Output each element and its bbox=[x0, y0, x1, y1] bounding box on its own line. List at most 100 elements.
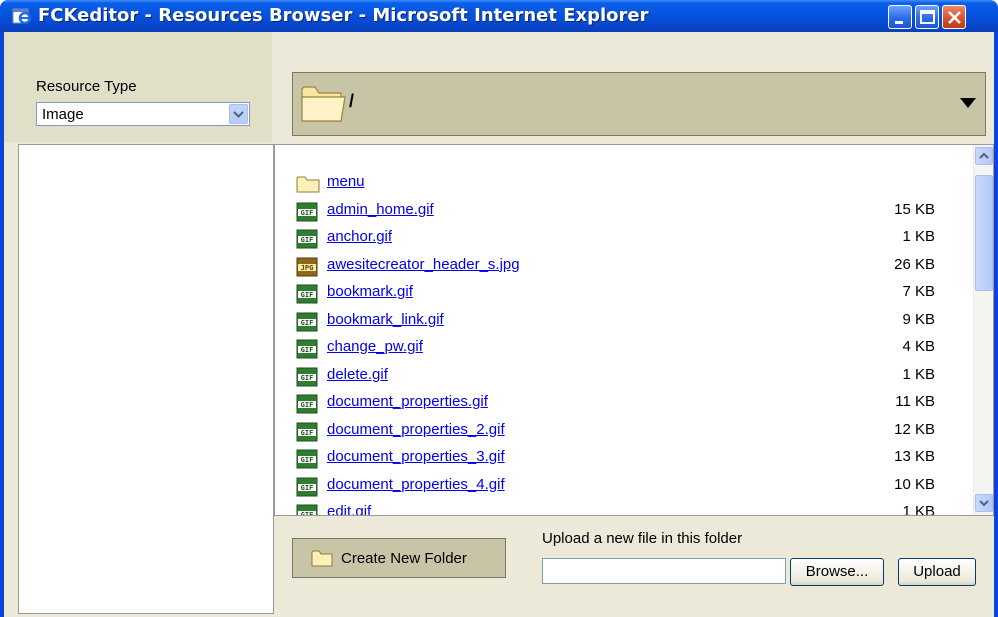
svg-text:GIF: GIF bbox=[301, 484, 314, 492]
svg-text:JPG: JPG bbox=[301, 264, 314, 272]
svg-text:GIF: GIF bbox=[301, 291, 314, 299]
minimize-icon bbox=[895, 21, 903, 24]
file-size: 1 KB bbox=[902, 503, 935, 516]
file-row[interactable]: GIF bookmark.gif 7 KB bbox=[295, 281, 967, 309]
gif-file-icon: GIF bbox=[295, 367, 321, 387]
file-link[interactable]: document_properties_4.gif bbox=[327, 476, 505, 493]
gif-file-icon: GIF bbox=[295, 339, 321, 359]
vertical-scrollbar[interactable] bbox=[973, 145, 993, 515]
file-link[interactable]: admin_home.gif bbox=[327, 201, 434, 218]
current-path: / bbox=[349, 91, 355, 111]
gif-file-icon: GIF bbox=[295, 202, 321, 222]
chevron-down-icon[interactable] bbox=[229, 104, 248, 124]
resource-type-panel: Resource Type Image bbox=[4, 32, 272, 142]
scroll-up-button[interactable] bbox=[975, 147, 993, 165]
gif-file-icon: GIF bbox=[295, 449, 321, 469]
file-link[interactable]: change_pw.gif bbox=[327, 338, 423, 355]
file-size: 26 KB bbox=[894, 255, 935, 273]
folder-tree-frame bbox=[18, 144, 274, 614]
file-size: 10 KB bbox=[894, 475, 935, 493]
browse-button[interactable]: Browse... bbox=[790, 558, 884, 586]
file-size: 11 KB bbox=[895, 393, 935, 410]
window-title: FCKeditor - Resources Browser - Microsof… bbox=[38, 5, 649, 26]
folder-link[interactable]: menu bbox=[327, 173, 365, 190]
jpg-file-icon: JPG bbox=[295, 257, 321, 277]
file-row[interactable]: GIF document_properties.gif 11 KB bbox=[295, 391, 967, 419]
file-size: 9 KB bbox=[902, 310, 935, 328]
dropdown-arrow-icon[interactable] bbox=[959, 97, 977, 109]
minimize-button[interactable] bbox=[888, 5, 912, 29]
title-bar[interactable]: FCKeditor - Resources Browser - Microsof… bbox=[0, 0, 998, 32]
file-row[interactable]: GIF bookmark_link.gif 9 KB bbox=[295, 309, 967, 337]
file-size: 4 KB bbox=[902, 338, 935, 355]
file-link[interactable]: bookmark.gif bbox=[327, 283, 413, 300]
svg-text:GIF: GIF bbox=[301, 456, 314, 464]
upload-label: Upload a new file in this folder bbox=[542, 530, 743, 547]
file-row[interactable]: GIF edit.gif 1 KB bbox=[295, 501, 967, 516]
gif-file-icon: GIF bbox=[295, 394, 321, 414]
gif-file-icon: GIF bbox=[295, 422, 321, 442]
browser-window: FCKeditor - Resources Browser - Microsof… bbox=[0, 0, 998, 617]
upload-file-input[interactable] bbox=[542, 558, 786, 584]
file-link[interactable]: document_properties_3.gif bbox=[327, 448, 505, 465]
folder-path-panel: / bbox=[274, 32, 994, 142]
file-list: menu GIF admin_home.gif 15 KB GIF anchor.gif 1… bbox=[295, 171, 967, 516]
svg-text:GIF: GIF bbox=[301, 401, 314, 409]
scroll-down-button[interactable] bbox=[975, 494, 993, 512]
gif-file-icon: GIF bbox=[295, 312, 321, 332]
client-area: Resource Type Image / menu GIF admin_home.… bbox=[4, 32, 994, 617]
gif-file-icon: GIF bbox=[295, 229, 321, 249]
file-row[interactable]: GIF document_properties_2.gif 12 KB bbox=[295, 419, 967, 447]
file-size: 1 KB bbox=[902, 228, 935, 245]
file-size: 1 KB bbox=[902, 365, 935, 383]
svg-text:GIF: GIF bbox=[301, 374, 314, 382]
create-folder-button[interactable]: Create New Folder bbox=[292, 538, 506, 578]
file-row[interactable]: GIF anchor.gif 1 KB bbox=[295, 226, 967, 254]
file-link[interactable]: edit.gif bbox=[327, 503, 371, 515]
folder-icon bbox=[301, 86, 346, 122]
resource-type-label: Resource Type bbox=[36, 78, 137, 95]
file-link[interactable]: bookmark_link.gif bbox=[327, 311, 444, 328]
folder-row[interactable]: menu bbox=[295, 171, 967, 199]
file-link[interactable]: awesitecreator_header_s.jpg bbox=[327, 256, 520, 273]
folder-icon bbox=[311, 550, 333, 567]
gif-file-icon: GIF bbox=[295, 477, 321, 497]
svg-text:GIF: GIF bbox=[301, 319, 314, 327]
create-folder-label: Create New Folder bbox=[341, 550, 467, 567]
chevron-down-icon bbox=[979, 500, 989, 507]
maximize-icon bbox=[920, 10, 935, 24]
gif-file-icon: GIF bbox=[295, 504, 321, 516]
file-size: 12 KB bbox=[894, 420, 935, 438]
file-row[interactable]: GIF change_pw.gif 4 KB bbox=[295, 336, 967, 364]
file-row[interactable]: GIF admin_home.gif 15 KB bbox=[295, 199, 967, 227]
file-link[interactable]: document_properties.gif bbox=[327, 393, 488, 410]
folder-path-bar[interactable]: / bbox=[292, 72, 986, 136]
resource-type-value: Image bbox=[42, 106, 84, 123]
svg-text:GIF: GIF bbox=[301, 511, 314, 516]
file-size: 7 KB bbox=[902, 283, 935, 300]
file-link[interactable]: anchor.gif bbox=[327, 228, 392, 245]
close-icon bbox=[948, 11, 961, 24]
file-row[interactable]: GIF document_properties_4.gif 10 KB bbox=[295, 474, 967, 502]
resource-type-select[interactable]: Image bbox=[36, 102, 250, 126]
svg-text:GIF: GIF bbox=[301, 209, 314, 217]
file-row[interactable]: GIF document_properties_3.gif 13 KB bbox=[295, 446, 967, 474]
upload-button[interactable]: Upload bbox=[898, 558, 976, 586]
file-size: 15 KB bbox=[894, 200, 935, 218]
file-list-frame: menu GIF admin_home.gif 15 KB GIF anchor.gif 1… bbox=[274, 144, 994, 516]
file-row[interactable]: GIF delete.gif 1 KB bbox=[295, 364, 967, 392]
svg-text:GIF: GIF bbox=[301, 236, 314, 244]
file-link[interactable]: document_properties_2.gif bbox=[327, 421, 505, 438]
folder-icon bbox=[295, 174, 321, 194]
ie-icon bbox=[12, 8, 32, 25]
chevron-up-icon bbox=[979, 152, 989, 159]
close-button[interactable] bbox=[942, 5, 966, 29]
svg-text:GIF: GIF bbox=[301, 346, 314, 354]
file-row[interactable]: JPG awesitecreator_header_s.jpg 26 KB bbox=[295, 254, 967, 282]
svg-text:GIF: GIF bbox=[301, 429, 314, 437]
gif-file-icon: GIF bbox=[295, 284, 321, 304]
scroll-thumb[interactable] bbox=[975, 175, 993, 291]
file-link[interactable]: delete.gif bbox=[327, 366, 388, 383]
upload-panel: Create New Folder Upload a new file in t… bbox=[274, 518, 994, 614]
maximize-button[interactable] bbox=[915, 5, 939, 29]
